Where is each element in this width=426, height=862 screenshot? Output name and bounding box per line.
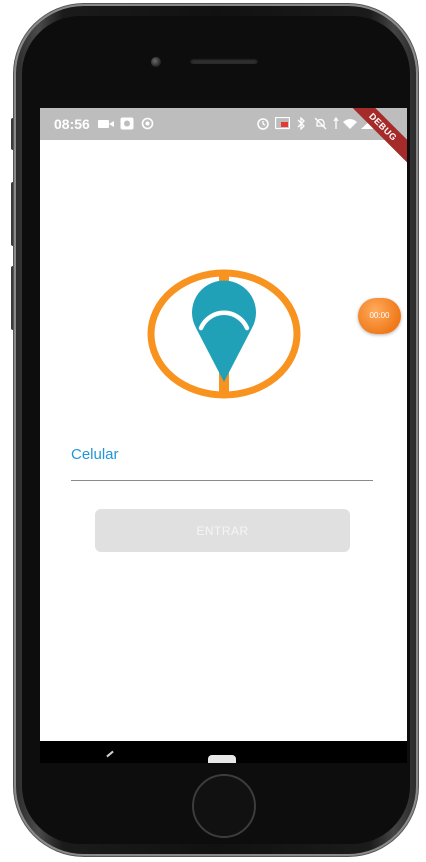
phone-input-underline <box>71 480 373 481</box>
home-pill-icon[interactable] <box>208 755 236 763</box>
device-frame: 08:56 DEBUG Celular ENTRAR 00:00 <box>0 0 426 862</box>
phone-input[interactable] <box>71 448 377 480</box>
wifi-icon <box>343 119 357 129</box>
app-screen: 08:56 DEBUG Celular ENTRAR <box>40 108 407 763</box>
gallery-icon <box>120 117 134 130</box>
enter-button[interactable]: ENTRAR <box>95 509 350 552</box>
alarm-icon <box>257 118 269 130</box>
back-icon[interactable] <box>106 750 114 758</box>
earpiece-speaker <box>190 58 258 64</box>
cast-icon <box>275 117 290 130</box>
android-nav-bar <box>40 741 407 763</box>
home-button[interactable] <box>192 774 256 838</box>
app-logo <box>147 269 301 399</box>
video-camera-icon <box>98 120 114 128</box>
notifications-off-icon <box>314 117 327 130</box>
timer-bubble[interactable]: 00:00 <box>358 298 401 334</box>
sync-icon <box>141 117 154 130</box>
status-time: 08:56 <box>54 116 90 132</box>
data-arrows-icon <box>333 117 339 129</box>
bluetooth-icon <box>297 117 305 130</box>
status-bar: 08:56 DEBUG <box>40 108 407 166</box>
front-camera <box>151 57 161 67</box>
